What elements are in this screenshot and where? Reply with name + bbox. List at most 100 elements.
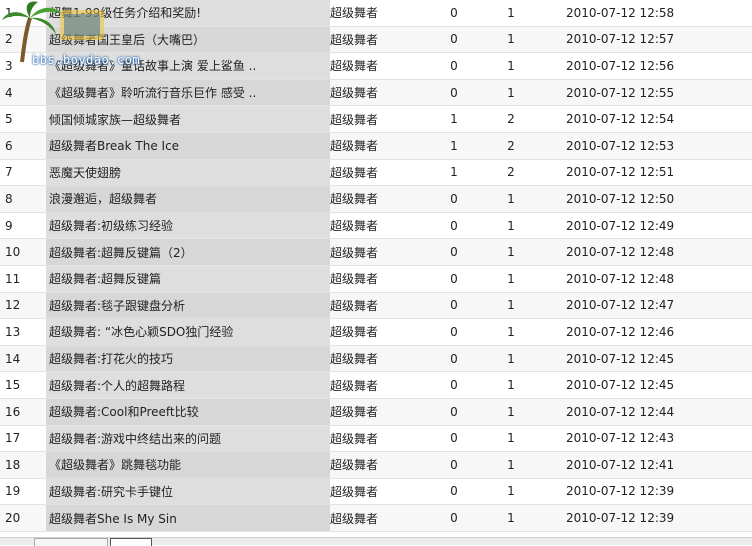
reply-count: 0	[450, 298, 458, 313]
view-count: 1	[507, 5, 515, 20]
post-date: 2010-07-12 12:39	[566, 484, 675, 499]
reply-count: 0	[450, 324, 458, 339]
view-count: 1	[507, 271, 515, 286]
reply-count: 0	[450, 351, 458, 366]
row-index: 15	[5, 378, 21, 393]
view-count: 2	[507, 112, 515, 127]
reply-count: 0	[450, 191, 458, 206]
reply-count: 0	[450, 32, 458, 47]
table-row[interactable]: 15 超级舞者:个人的超舞路程 超级舞者 0 1 2010-07-12 12:45	[0, 372, 752, 399]
row-index: 16	[5, 404, 21, 419]
post-date: 2010-07-12 12:57	[566, 32, 675, 47]
view-count: 1	[507, 484, 515, 499]
reply-count: 0	[450, 245, 458, 260]
table-row[interactable]: 18 《超级舞者》跳舞毯功能 超级舞者 0 1 2010-07-12 12:41	[0, 452, 752, 479]
post-date: 2010-07-12 12:49	[566, 218, 675, 233]
table-row[interactable]: 17 超级舞者:游戏中终结出来的问题 超级舞者 0 1 2010-07-12 12:43	[0, 425, 752, 453]
article-title-link[interactable]: 《超级舞者》聆听流行音乐巨作 感受 ..	[46, 79, 330, 106]
category-label: 超级舞者	[330, 59, 379, 74]
article-title-link[interactable]: 倾国倾城家族—超级舞者	[46, 106, 330, 132]
article-title-link[interactable]: 超级舞者:游戏中终结出来的问题	[46, 425, 330, 452]
category-label: 超级舞者	[330, 484, 379, 499]
view-count: 1	[507, 324, 515, 339]
category-label: 超级舞者	[330, 219, 379, 234]
row-index: 2	[5, 32, 13, 47]
category-label: 超级舞者	[330, 298, 379, 313]
row-index: 5	[5, 112, 13, 127]
view-count: 1	[507, 351, 515, 366]
table-row[interactable]: 11 超级舞者:超舞反键篇 超级舞者 0 1 2010-07-12 12:48	[0, 265, 752, 293]
view-count: 1	[507, 85, 515, 100]
row-index: 9	[5, 218, 13, 233]
table-row[interactable]: 10 超级舞者:超舞反键篇（2） 超级舞者 0 1 2010-07-12 12:48	[0, 239, 752, 266]
article-title-link[interactable]: 超级舞者:打花火的技巧	[46, 345, 330, 372]
article-title-link[interactable]: 超级舞者:研究卡手键位	[46, 478, 330, 505]
article-title-link[interactable]: 超级舞者:Cool和Preeft比较	[46, 398, 330, 425]
table-row[interactable]: 2 超级舞者国王皇后（大嘴巴） 超级舞者 0 1 2010-07-12 12:57	[0, 26, 752, 54]
category-label: 超级舞者	[330, 352, 379, 367]
article-title-link[interactable]: 恶魔天使翅膀	[46, 159, 330, 186]
table-row[interactable]: 20 超级舞者She Is My Sin 超级舞者 0 1 2010-07-12 12:3…	[0, 505, 752, 532]
article-title-link[interactable]: 超级舞者:个人的超舞路程	[46, 372, 330, 398]
table-row[interactable]: 12 超级舞者:毯子跟键盘分析 超级舞者 0 1 2010-07-12 12:47	[0, 292, 752, 320]
table-row[interactable]: 4 《超级舞者》聆听流行音乐巨作 感受 .. 超级舞者 0 1 2010-07-12 12…	[0, 79, 752, 107]
post-date: 2010-07-12 12:56	[566, 58, 675, 73]
article-table: 1 超舞1-99级任务介绍和奖励! 超级舞者 0 1 2010-07-12 12:58 2 超…	[0, 0, 752, 532]
view-count: 1	[507, 218, 515, 233]
reply-count: 0	[450, 5, 458, 20]
category-label: 超级舞者	[330, 431, 379, 446]
reply-count: 0	[450, 378, 458, 393]
reply-count: 1	[450, 112, 458, 127]
view-count: 1	[507, 32, 515, 47]
post-date: 2010-07-12 12:53	[566, 138, 675, 153]
table-row[interactable]: 14 超级舞者:打花火的技巧 超级舞者 0 1 2010-07-12 12:45	[0, 345, 752, 373]
table-row[interactable]: 16 超级舞者:Cool和Preeft比较 超级舞者 0 1 2010-07-12 12:…	[0, 398, 752, 426]
post-date: 2010-07-12 12:41	[566, 457, 675, 472]
article-title-link[interactable]: 《超级舞者》跳舞毯功能	[46, 452, 330, 478]
reply-count: 0	[450, 457, 458, 472]
category-label: 超级舞者	[330, 165, 379, 180]
table-row[interactable]: 1 超舞1-99级任务介绍和奖励! 超级舞者 0 1 2010-07-12 12:58	[0, 0, 752, 27]
table-row[interactable]: 3 《超级舞者》童话故事上演 爱上鲨鱼 .. 超级舞者 0 1 2010-07-12 12…	[0, 53, 752, 80]
article-title-link[interactable]: 超级舞者: “冰色心颖SDO独门经验	[46, 319, 330, 345]
category-label: 超级舞者	[330, 86, 379, 101]
view-count: 1	[507, 431, 515, 446]
category-label: 超级舞者	[330, 245, 379, 260]
reply-count: 0	[450, 218, 458, 233]
post-date: 2010-07-12 12:44	[566, 404, 675, 419]
row-index: 18	[5, 457, 21, 472]
article-title-link[interactable]: 超级舞者:初级练习经验	[46, 212, 330, 239]
post-date: 2010-07-12 12:45	[566, 378, 675, 393]
article-title-link[interactable]: 超级舞者:毯子跟键盘分析	[46, 292, 330, 319]
table-row[interactable]: 19 超级舞者:研究卡手键位 超级舞者 0 1 2010-07-12 12:39	[0, 478, 752, 506]
post-date: 2010-07-12 12:51	[566, 165, 675, 180]
row-index: 8	[5, 191, 13, 206]
article-title-link[interactable]: 超级舞者:超舞反键篇（2）	[46, 239, 330, 265]
table-row[interactable]: 8 浪漫邂逅，超级舞者 超级舞者 0 1 2010-07-12 12:50	[0, 186, 752, 213]
table-row[interactable]: 9 超级舞者:初级练习经验 超级舞者 0 1 2010-07-12 12:49	[0, 212, 752, 240]
article-title-link[interactable]: 超级舞者Break The Ice	[46, 132, 330, 159]
row-index: 6	[5, 138, 13, 153]
row-index: 19	[5, 484, 21, 499]
reply-count: 0	[450, 58, 458, 73]
row-index: 12	[5, 298, 21, 313]
article-title-link[interactable]: 超级舞者:超舞反键篇	[46, 265, 330, 292]
reply-count: 0	[450, 85, 458, 100]
category-label: 超级舞者	[330, 32, 379, 47]
reply-count: 1	[450, 138, 458, 153]
table-row[interactable]: 5 倾国倾城家族—超级舞者 超级舞者 1 2 2010-07-12 12:54	[0, 106, 752, 133]
reply-count: 1	[450, 165, 458, 180]
view-count: 1	[507, 298, 515, 313]
view-count: 1	[507, 58, 515, 73]
category-label: 超级舞者	[330, 325, 379, 340]
table-row[interactable]: 6 超级舞者Break The Ice 超级舞者 1 2 2010-07-12 12:53	[0, 132, 752, 160]
table-row[interactable]: 7 恶魔天使翅膀 超级舞者 1 2 2010-07-12 12:51	[0, 159, 752, 187]
article-title-link[interactable]: 超级舞者国王皇后（大嘴巴）	[46, 26, 330, 53]
article-title-link[interactable]: 超舞1-99级任务介绍和奖励!	[46, 0, 330, 26]
article-title-link[interactable]: 浪漫邂逅，超级舞者	[46, 186, 330, 212]
category-label: 超级舞者	[330, 378, 379, 393]
table-row[interactable]: 13 超级舞者: “冰色心颖SDO独门经验 超级舞者 0 1 2010-07-12 12:…	[0, 319, 752, 346]
article-title-link[interactable]: 超级舞者She Is My Sin	[46, 505, 330, 531]
article-title-link[interactable]: 《超级舞者》童话故事上演 爱上鲨鱼 ..	[46, 53, 330, 79]
post-date: 2010-07-12 12:50	[566, 191, 675, 206]
